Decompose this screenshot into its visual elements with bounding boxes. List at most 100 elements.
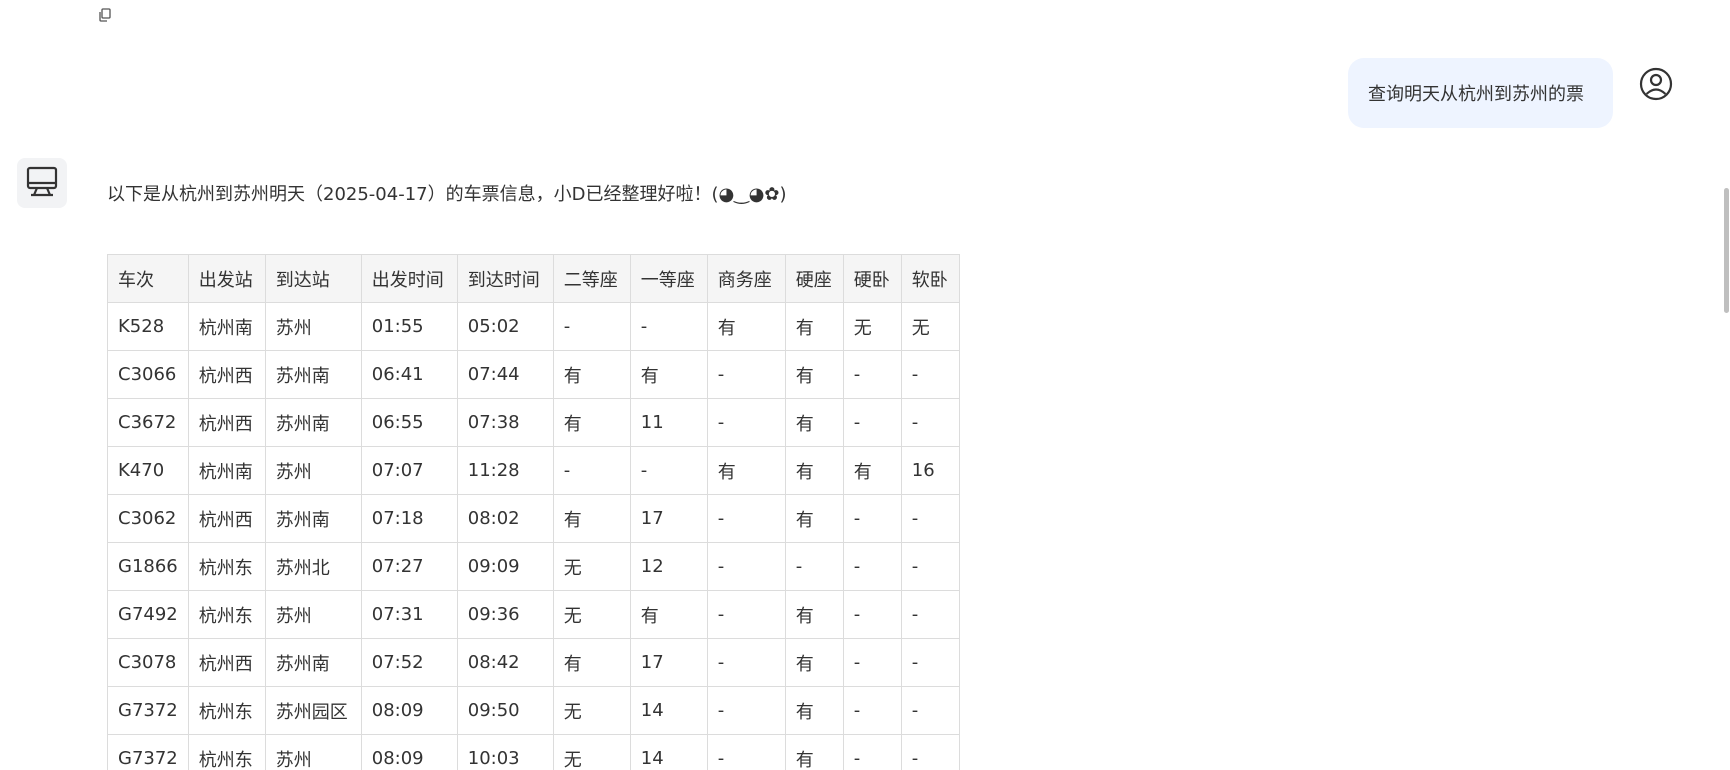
table-cell: - bbox=[706, 590, 786, 639]
table-cell: 07:31 bbox=[360, 590, 458, 639]
table-cell: - bbox=[900, 734, 960, 770]
table-cell: 有 bbox=[629, 590, 708, 639]
table-cell: 05:02 bbox=[456, 302, 554, 351]
table-cell: C3078 bbox=[107, 638, 189, 687]
table-cell: - bbox=[706, 398, 786, 447]
table-cell: 07:38 bbox=[456, 398, 554, 447]
user-circle-icon[interactable] bbox=[1638, 66, 1674, 102]
table-row: G7372 杭州东 苏州 08:09 10:03 无 14- 有 - - bbox=[107, 734, 960, 770]
table-cell: 杭州西 bbox=[187, 494, 266, 543]
table-cell: - bbox=[706, 686, 786, 735]
table-body: K528 杭州南 苏州 01:55 05:02- - 有有无无 C3066 杭州西 苏州南 06:4… bbox=[107, 302, 960, 770]
table-cell: 杭州南 bbox=[187, 446, 266, 495]
table-row: G7492 杭州东 苏州 07:31 09:36 无有 - 有 - - bbox=[107, 590, 960, 639]
table-cell: 苏州 bbox=[264, 302, 362, 351]
table-cell: - bbox=[629, 302, 708, 351]
table-cell: - bbox=[900, 590, 960, 639]
table-cell: 有 bbox=[552, 638, 631, 687]
table-cell: - bbox=[900, 542, 960, 591]
ticket-table: 车次 出发站 到达站 出发时间 到达时间 二等座 一等座 商务座 硬座 硬卧 软… bbox=[107, 254, 960, 770]
table-cell: C3062 bbox=[107, 494, 189, 543]
table-cell: 08:09 bbox=[360, 734, 458, 770]
table-row: C3062 杭州西 苏州南 07:18 08:02 有 17- 有 - - bbox=[107, 494, 960, 543]
table-cell: - bbox=[842, 734, 902, 770]
table-cell: - bbox=[706, 350, 786, 399]
table-cell: 杭州东 bbox=[187, 734, 266, 770]
header-cell: 软卧 bbox=[900, 254, 960, 303]
scrollbar-thumb[interactable] bbox=[1724, 188, 1729, 313]
table-cell: - bbox=[842, 542, 902, 591]
table-cell: 无 bbox=[552, 686, 631, 735]
table-cell: 09:50 bbox=[456, 686, 554, 735]
table-cell: - bbox=[900, 350, 960, 399]
bot-avatar bbox=[17, 158, 67, 208]
table-cell: C3066 bbox=[107, 350, 189, 399]
table-cell: 14 bbox=[629, 686, 708, 735]
table-cell: 有 bbox=[784, 590, 844, 639]
table-cell: 有 bbox=[784, 446, 844, 495]
table-cell: 有 bbox=[784, 686, 844, 735]
header-cell: 出发时间 bbox=[360, 254, 458, 303]
table-cell: 有 bbox=[784, 734, 844, 770]
table-cell: 有 bbox=[552, 398, 631, 447]
table-cell: 有 bbox=[784, 398, 844, 447]
table-cell: 14 bbox=[629, 734, 708, 770]
table-cell: 06:55 bbox=[360, 398, 458, 447]
table-cell: 11:28 bbox=[456, 446, 554, 495]
table-cell: - bbox=[842, 350, 902, 399]
table-cell: 17 bbox=[629, 494, 708, 543]
table-cell: 09:36 bbox=[456, 590, 554, 639]
table-row: C3078 杭州西 苏州南 07:52 08:42 有 17- 有 - - bbox=[107, 638, 960, 687]
table-cell: 16 bbox=[900, 446, 960, 495]
table-row: C3672 杭州西 苏州南 06:55 07:38 有 11- 有 - - bbox=[107, 398, 960, 447]
table-cell: - bbox=[706, 494, 786, 543]
table-row: C3066 杭州西 苏州南 06:41 07:44 有有 - 有 - - bbox=[107, 350, 960, 399]
table-cell: - bbox=[842, 590, 902, 639]
copy-icon[interactable] bbox=[97, 7, 113, 23]
table-cell: - bbox=[706, 542, 786, 591]
table-cell: G1866 bbox=[107, 542, 189, 591]
table-cell: - bbox=[629, 446, 708, 495]
header-cell: 一等座 bbox=[629, 254, 708, 303]
table-cell: 苏州南 bbox=[264, 398, 362, 447]
table-cell: - bbox=[900, 494, 960, 543]
table-cell: 07:52 bbox=[360, 638, 458, 687]
table-cell: 有 bbox=[552, 494, 631, 543]
header-cell: 硬卧 bbox=[842, 254, 902, 303]
table-row: K470 杭州南 苏州 07:07 11:28- - 有有有 16 bbox=[107, 446, 960, 495]
user-message-text: 查询明天从杭州到苏州的票 bbox=[1368, 84, 1584, 105]
table-cell: 07:18 bbox=[360, 494, 458, 543]
table-row: G1866 杭州东 苏州北 07:27 09:09 无 12- - - - bbox=[107, 542, 960, 591]
table-header-row: 车次 出发站 到达站 出发时间 到达时间 二等座 一等座 商务座 硬座 硬卧 软… bbox=[107, 254, 960, 303]
table-cell: K470 bbox=[107, 446, 189, 495]
table-cell: 有 bbox=[784, 302, 844, 351]
table-cell: - bbox=[842, 638, 902, 687]
table-cell: 杭州东 bbox=[187, 542, 266, 591]
table-cell: 苏州 bbox=[264, 446, 362, 495]
table-cell: 有 bbox=[706, 302, 786, 351]
header-cell: 到达站 bbox=[264, 254, 362, 303]
table-cell: 杭州南 bbox=[187, 302, 266, 351]
header-cell: 出发站 bbox=[187, 254, 266, 303]
table-cell: C3672 bbox=[107, 398, 189, 447]
header-cell: 到达时间 bbox=[456, 254, 554, 303]
table-cell: G7372 bbox=[107, 734, 189, 770]
table-cell: 08:42 bbox=[456, 638, 554, 687]
table-cell: 有 bbox=[784, 638, 844, 687]
table-cell: 12 bbox=[629, 542, 708, 591]
table-cell: 09:09 bbox=[456, 542, 554, 591]
table-cell: 08:02 bbox=[456, 494, 554, 543]
table-cell: - bbox=[706, 734, 786, 770]
table-cell: 07:07 bbox=[360, 446, 458, 495]
table-cell: 杭州东 bbox=[187, 686, 266, 735]
table-cell: 有 bbox=[552, 350, 631, 399]
table-cell: 杭州西 bbox=[187, 638, 266, 687]
header-cell: 商务座 bbox=[706, 254, 786, 303]
table-cell: K528 bbox=[107, 302, 189, 351]
table-cell: 07:27 bbox=[360, 542, 458, 591]
table-cell: 无 bbox=[552, 542, 631, 591]
table-cell: 06:41 bbox=[360, 350, 458, 399]
table-cell: 无 bbox=[842, 302, 902, 351]
table-row: K528 杭州南 苏州 01:55 05:02- - 有有无无 bbox=[107, 302, 960, 351]
table-cell: 苏州南 bbox=[264, 494, 362, 543]
